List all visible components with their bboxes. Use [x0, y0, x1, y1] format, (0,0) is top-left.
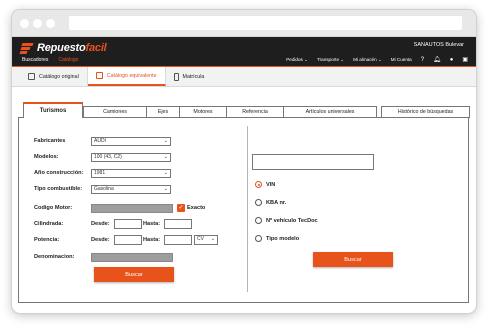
combustible-select[interactable]: Gasolina ⌄	[91, 185, 171, 194]
buscar-button-right[interactable]: Buscar	[313, 252, 393, 267]
subtab-label: Catálogo original	[39, 73, 79, 80]
codigo-motor-input[interactable]	[91, 204, 173, 213]
modelos-label: Modelos:	[34, 154, 59, 160]
denominacion-label: Denominacion:	[34, 254, 75, 260]
radio-tecdoc[interactable]	[255, 217, 262, 224]
window-minimize-dot[interactable]	[33, 19, 42, 28]
chevron-down-icon: ⌄	[377, 56, 382, 62]
catalog-icon	[95, 72, 103, 79]
chevron-down-icon: ⌄	[163, 170, 168, 176]
browser-window: Repuestofacil Buscadores Catálogo SANAUT…	[11, 9, 477, 314]
list-icon	[28, 73, 35, 80]
potencia-unit-select[interactable]: CV ⌄	[194, 235, 218, 245]
anio-select[interactable]: 1981 ⌄	[91, 169, 171, 178]
cilindrada-hasta-input[interactable]	[164, 219, 192, 229]
radio-tipo-modelo-label: Tipo modelo	[266, 236, 300, 242]
subtab-catalogo-original[interactable]: Catálogo original	[20, 67, 88, 86]
search-panel: Fabricantes AUDI ⌄ Modelos: 100 (43, C2) ⌄…	[18, 117, 469, 303]
radio-kba[interactable]	[255, 199, 262, 206]
right-menu: Pedidos ⌄ Transporte ⌄ Mi almacén ⌄ Mi C…	[286, 56, 468, 64]
brand-logo[interactable]: Repuestofacil	[19, 42, 107, 54]
radio-tecdoc-label: Nº vehículo TecDoc	[266, 218, 318, 224]
browser-chrome	[12, 10, 476, 37]
cilindrada-desde-label: Desde:	[91, 221, 110, 227]
anio-value: 1981	[94, 170, 106, 176]
window-close-dot[interactable]	[20, 19, 29, 28]
phone-icon	[173, 72, 179, 81]
main-menu: Buscadores Catálogo	[22, 57, 78, 63]
menu-pedidos[interactable]: Pedidos ⌄	[286, 57, 308, 63]
combustible-value: Gasolina	[94, 186, 114, 192]
panel-divider	[247, 126, 248, 292]
potencia-unit-value: CV	[197, 236, 204, 242]
radio-tipo-modelo[interactable]	[255, 235, 262, 242]
cilindrada-desde-input[interactable]	[114, 219, 142, 229]
potencia-desde-label: Desde:	[91, 237, 110, 243]
fabricantes-value: AUDI	[94, 138, 106, 144]
potencia-desde-input[interactable]	[114, 235, 142, 245]
radio-kba-label: KBA nr.	[266, 200, 287, 206]
user-icon[interactable]: ●	[450, 57, 454, 63]
logo-mark-icon	[19, 42, 34, 54]
potencia-hasta-label: Hasta:	[143, 237, 161, 243]
radio-vin[interactable]	[255, 181, 262, 188]
top-navbar: Repuestofacil Buscadores Catálogo SANAUT…	[12, 37, 476, 67]
chevron-down-icon: ⌄	[304, 56, 308, 62]
subtab-catalogo-equivalente[interactable]: Catálogo equivalente	[87, 67, 166, 86]
exacto-checkbox[interactable]: ✓	[177, 204, 185, 212]
codigo-motor-label: Codigo Motor:	[34, 205, 73, 211]
check-icon: ✓	[178, 205, 184, 211]
tab-turismos[interactable]: Turismos	[23, 102, 83, 118]
chevron-down-icon: ⌄	[340, 56, 345, 62]
bell-icon[interactable]: 🔔︎	[433, 56, 441, 63]
menu-mi-cuenta[interactable]: Mi Cuenta	[391, 57, 412, 62]
fabricantes-select[interactable]: AUDI ⌄	[91, 137, 171, 146]
anio-label: Año construcción:	[34, 170, 84, 176]
nav-accent-line	[12, 66, 476, 67]
menu-transporte[interactable]: Transporte ⌄	[317, 57, 344, 63]
brand-name: Repuestofacil	[37, 42, 107, 54]
modelos-value: 100 (43, C2)	[94, 154, 122, 160]
chevron-down-icon: ⌄	[210, 236, 215, 242]
exacto-label: Exacto	[187, 205, 206, 211]
radio-vin-label: VIN	[266, 182, 276, 188]
combustible-label: Tipo combustible:	[34, 186, 83, 192]
subtab-matricula[interactable]: Matrícula	[166, 67, 213, 86]
cilindrada-label: Cilindrada:	[34, 221, 64, 227]
window-maximize-dot[interactable]	[46, 19, 55, 28]
subtab-label: Catálogo equivalente	[106, 72, 157, 79]
denominacion-input[interactable]	[91, 253, 173, 262]
buscar-button-left[interactable]: Buscar	[94, 267, 174, 282]
account-name: SANAUTOS Bulevar	[413, 42, 464, 48]
vin-search-input[interactable]	[252, 154, 374, 170]
menu-buscadores[interactable]: Buscadores	[22, 57, 48, 63]
menu-catalogo[interactable]: Catálogo	[58, 57, 78, 63]
cart-icon[interactable]: ▣	[462, 56, 468, 63]
chevron-down-icon: ⌄	[163, 154, 168, 160]
potencia-label: Potencia:	[34, 237, 60, 243]
address-bar[interactable]	[69, 16, 462, 30]
subtab-label: Matrícula	[182, 73, 205, 80]
fabricantes-label: Fabricantes	[34, 138, 66, 144]
chevron-down-icon: ⌄	[163, 186, 168, 192]
modelos-select[interactable]: 100 (43, C2) ⌄	[91, 153, 171, 162]
chevron-down-icon: ⌄	[163, 138, 168, 144]
menu-mi-almacen[interactable]: Mi almacén ⌄	[353, 57, 382, 63]
help-icon[interactable]: ?	[421, 57, 424, 63]
cilindrada-hasta-label: Hasta:	[143, 221, 161, 227]
catalog-subnav: Catálogo original Catálogo equivalente M…	[12, 67, 476, 87]
potencia-hasta-input[interactable]	[164, 235, 192, 245]
